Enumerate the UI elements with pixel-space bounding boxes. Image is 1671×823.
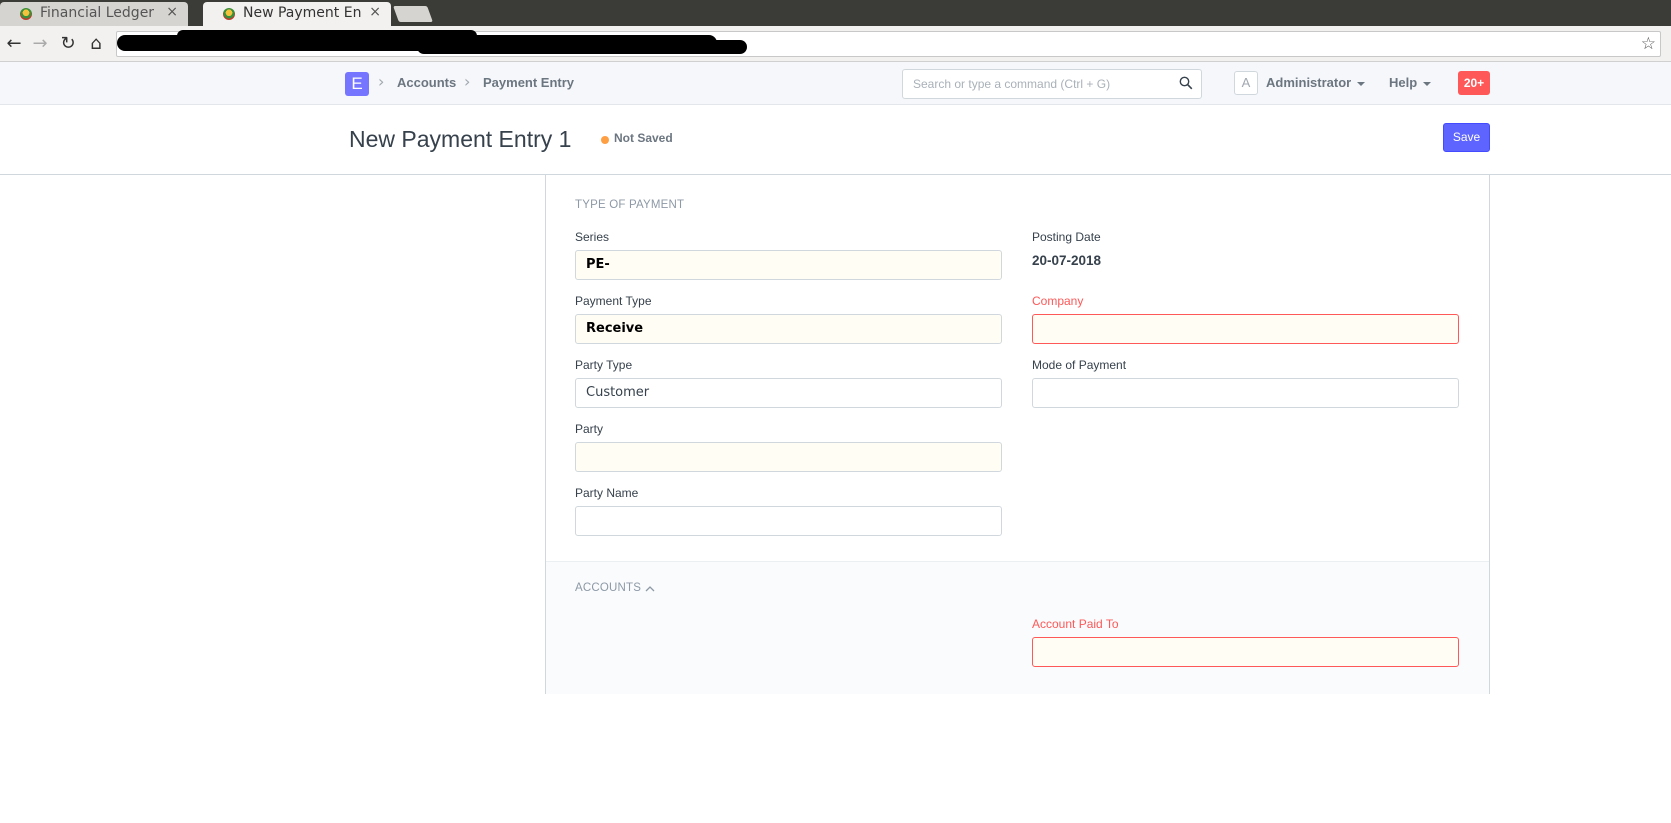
caret-down-icon xyxy=(1423,81,1432,86)
back-arrow-icon[interactable]: ← xyxy=(2,32,26,56)
accounts-section: ACCOUNTS Account Paid To xyxy=(546,561,1489,694)
redacted-url-mark xyxy=(417,40,747,54)
mode-of-payment-field[interactable] xyxy=(1032,378,1459,408)
company-field[interactable] xyxy=(1032,314,1459,344)
search-icon[interactable] xyxy=(1179,76,1193,90)
help-menu-label: Help xyxy=(1389,75,1418,90)
party-type-label: Party Type xyxy=(575,358,633,372)
browser-tab-new-payment-entry[interactable]: New Payment Entry × xyxy=(203,2,391,26)
party-label: Party xyxy=(575,422,604,436)
save-button[interactable]: Save xyxy=(1443,123,1490,152)
posting-date-label: Posting Date xyxy=(1032,230,1101,244)
series-label: Series xyxy=(575,230,610,244)
search-input[interactable] xyxy=(903,70,1173,98)
notifications-badge[interactable]: 20+ xyxy=(1458,71,1490,95)
posting-date-value: 20-07-2018 xyxy=(1032,253,1102,268)
status-indicator-dot xyxy=(601,136,609,144)
tab-title: New Payment Entry xyxy=(243,5,361,21)
user-avatar[interactable]: A xyxy=(1234,71,1258,95)
party-name-label: Party Name xyxy=(575,486,639,500)
browser-toolbar: ← → ↻ ⌂ ☆ xyxy=(0,26,1671,62)
page-title: New Payment Entry 1 xyxy=(349,126,572,152)
new-tab-button[interactable] xyxy=(393,6,433,22)
chevron-up-icon[interactable] xyxy=(645,584,655,594)
browser-tab-financial-ledger[interactable]: Financial Ledger × xyxy=(0,2,188,26)
breadcrumb-payment-entry[interactable]: Payment Entry xyxy=(483,75,574,90)
app-favicon-icon xyxy=(223,8,235,20)
browser-tabstrip: Financial Ledger × New Payment Entry × xyxy=(0,0,1671,26)
section-title-accounts[interactable]: ACCOUNTS xyxy=(575,582,641,594)
address-bar[interactable]: ☆ xyxy=(116,30,1661,57)
app-favicon-icon xyxy=(20,8,32,20)
series-select[interactable]: PE- xyxy=(575,250,1002,280)
party-field[interactable] xyxy=(575,442,1002,472)
tab-close-icon[interactable]: × xyxy=(166,4,178,20)
breadcrumb-chevron-icon: › xyxy=(378,72,385,91)
account-paid-to-field[interactable] xyxy=(1032,637,1459,667)
user-menu-dropdown[interactable]: Administrator xyxy=(1266,75,1366,90)
app-logo[interactable]: E xyxy=(345,72,369,96)
user-menu-label: Administrator xyxy=(1266,75,1352,90)
company-label: Company xyxy=(1032,294,1084,308)
help-menu-dropdown[interactable]: Help xyxy=(1389,75,1432,90)
caret-down-icon xyxy=(1357,81,1366,86)
tab-title: Financial Ledger xyxy=(40,5,155,21)
payment-type-label: Payment Type xyxy=(575,294,652,308)
payment-type-select[interactable]: Receive xyxy=(575,314,1002,344)
payment-entry-form: TYPE OF PAYMENT Series PE- Payment Type … xyxy=(545,175,1490,694)
forward-arrow-icon[interactable]: → xyxy=(28,32,52,56)
search-box[interactable] xyxy=(902,69,1202,99)
page-head: New Payment Entry 1 Not Saved Save xyxy=(0,105,1671,175)
app-navbar: E › Accounts › Payment Entry A Administr… xyxy=(0,62,1671,105)
section-title-type-of-payment: TYPE OF PAYMENT xyxy=(575,199,685,211)
breadcrumb-accounts[interactable]: Accounts xyxy=(397,75,456,90)
account-paid-to-label: Account Paid To xyxy=(1032,617,1119,631)
status-badge: Not Saved xyxy=(614,131,673,145)
reload-icon[interactable]: ↻ xyxy=(56,32,80,56)
breadcrumb-chevron-icon: › xyxy=(464,72,471,91)
tab-close-icon[interactable]: × xyxy=(369,4,381,20)
home-icon[interactable]: ⌂ xyxy=(84,32,108,56)
party-type-field[interactable]: Customer xyxy=(575,378,1002,408)
mode-of-payment-label: Mode of Payment xyxy=(1032,358,1127,372)
party-name-field[interactable] xyxy=(575,506,1002,536)
bookmark-star-icon[interactable]: ☆ xyxy=(1641,34,1656,54)
